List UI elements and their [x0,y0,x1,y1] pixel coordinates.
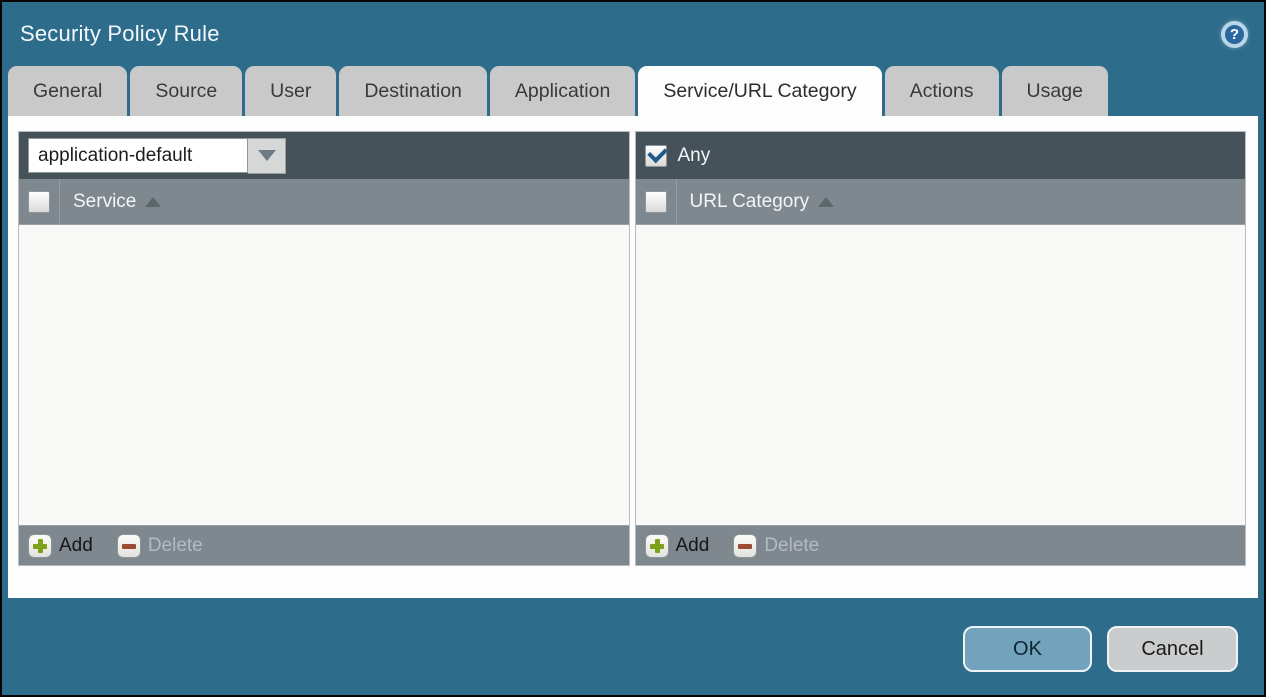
tab-content-area: Service Add Delete Any [8,116,1258,598]
tab-service-url-category[interactable]: Service/URL Category [638,66,881,116]
service-toolbar: Add Delete [19,525,629,565]
url-category-add-button[interactable]: Add [645,534,710,558]
url-category-column-sort[interactable]: URL Category [677,179,835,224]
delete-button-label: Delete [764,535,819,557]
tab-application[interactable]: Application [490,66,635,116]
url-category-delete-button[interactable]: Delete [733,534,819,558]
tab-general[interactable]: General [8,66,127,116]
minus-icon [117,534,141,558]
service-column-label: Service [73,191,136,213]
service-add-button[interactable]: Add [28,534,93,558]
service-list-body [19,225,629,525]
plus-icon [645,534,669,558]
dialog-title: Security Policy Rule [20,21,220,47]
delete-button-label: Delete [148,535,203,557]
service-type-dropdown-button[interactable] [248,138,286,174]
url-category-toolbar: Add Delete [636,525,1246,565]
tab-user[interactable]: User [245,66,336,116]
service-select-all-checkbox[interactable] [28,191,50,213]
url-category-any-label: Any [678,145,711,167]
tab-destination[interactable]: Destination [339,66,487,116]
ok-button[interactable]: OK [963,626,1092,672]
security-policy-rule-dialog: Security Policy Rule ? General Source Us… [0,0,1266,697]
service-panel-topbar [19,132,629,179]
tab-source[interactable]: Source [130,66,242,116]
dialog-footer: OK Cancel [963,626,1238,672]
titlebar: Security Policy Rule ? [2,2,1264,66]
tab-strip: General Source User Destination Applicat… [2,66,1264,116]
url-category-column-label: URL Category [690,191,810,213]
service-type-input[interactable] [28,138,248,173]
url-category-select-all-cell [636,179,677,224]
sort-asc-icon [818,197,834,207]
url-category-panel-topbar: Any [636,132,1246,179]
service-select-all-cell [19,179,60,224]
service-delete-button[interactable]: Delete [117,534,203,558]
add-button-label: Add [676,535,710,557]
url-category-column-header-row: URL Category [636,179,1246,225]
sort-asc-icon [145,197,161,207]
help-icon[interactable]: ? [1221,21,1248,48]
url-category-any-checkbox[interactable] [645,145,667,167]
service-panel: Service Add Delete [18,131,630,566]
tab-usage[interactable]: Usage [1002,66,1108,116]
url-category-list-body [636,225,1246,525]
url-category-select-all-checkbox[interactable] [645,191,667,213]
url-category-panel: Any URL Category Add Delete [635,131,1247,566]
service-column-header-row: Service [19,179,629,225]
add-button-label: Add [59,535,93,557]
service-type-combo [28,138,286,174]
minus-icon [733,534,757,558]
service-column-sort[interactable]: Service [60,179,161,224]
plus-icon [28,534,52,558]
cancel-button[interactable]: Cancel [1107,626,1238,672]
tab-actions[interactable]: Actions [885,66,999,116]
chevron-down-icon [258,150,276,161]
